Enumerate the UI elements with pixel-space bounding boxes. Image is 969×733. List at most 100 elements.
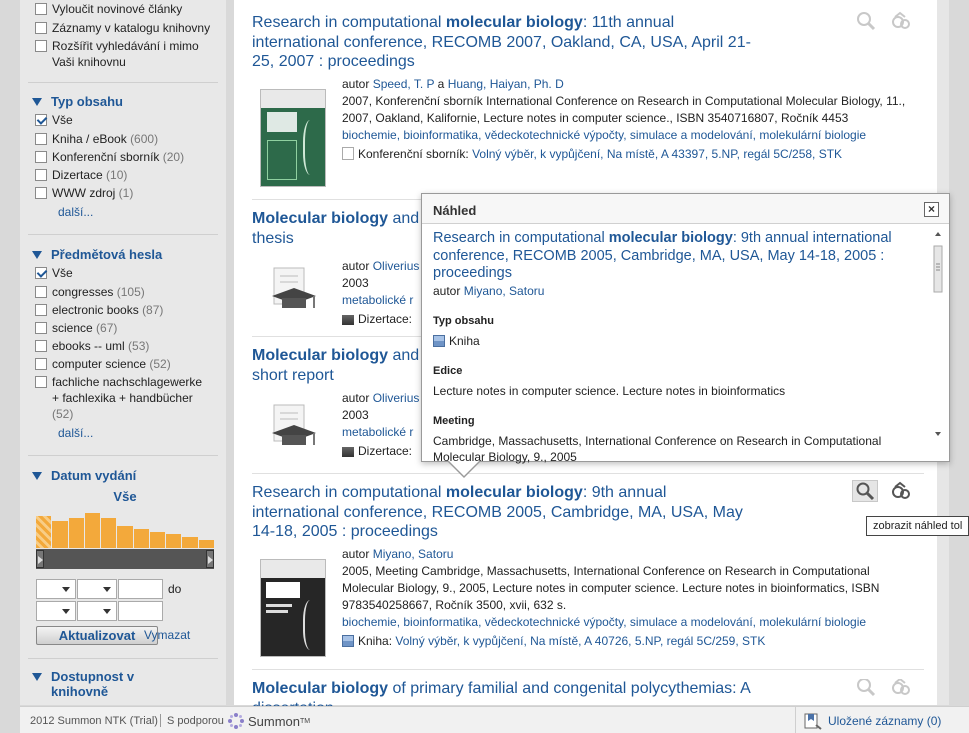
author-link[interactable]: Oliverius <box>373 259 420 273</box>
to-day-select[interactable] <box>36 601 76 621</box>
checkbox[interactable] <box>35 114 47 126</box>
checkbox[interactable] <box>35 267 47 279</box>
author-link[interactable]: Huang, Haiyan, Ph. D <box>448 77 564 91</box>
collapse-triangle-icon <box>32 250 42 259</box>
facet-item-all[interactable]: Vše <box>35 112 73 128</box>
checkbox[interactable] <box>35 340 47 352</box>
subject-links[interactable]: biochemie, bioinformatika, vědeckotechni… <box>342 615 866 629</box>
histogram-bar[interactable] <box>68 517 84 548</box>
publication-date-histogram[interactable] <box>36 510 214 548</box>
date-range-slider[interactable] <box>36 549 214 569</box>
save-record-icon[interactable] <box>890 10 912 32</box>
checkbox[interactable] <box>35 3 47 15</box>
author-link[interactable]: Miyano, Satoru <box>464 284 545 298</box>
author-link[interactable]: Oliverius <box>373 391 420 405</box>
divider <box>28 658 218 659</box>
histogram-bar[interactable] <box>149 532 166 548</box>
save-record-icon[interactable] <box>890 679 912 698</box>
footer: 2012 Summon NTK (Trial) S podporou Summo… <box>20 706 969 733</box>
result-title[interactable]: Research in computational molecular biol… <box>252 483 752 542</box>
from-year-input[interactable] <box>118 579 163 599</box>
histogram-bar[interactable] <box>133 529 149 548</box>
preview-search-icon[interactable] <box>855 679 877 698</box>
checkbox[interactable] <box>35 376 47 388</box>
checkbox[interactable] <box>35 358 47 370</box>
update-button[interactable]: Aktualizovat <box>36 626 158 645</box>
to-month-select[interactable] <box>77 601 117 621</box>
histogram-bar[interactable] <box>198 539 214 548</box>
dissertation-thumbnail-icon <box>264 266 328 316</box>
chevron-down-icon <box>103 609 111 614</box>
checkbox[interactable] <box>35 169 47 181</box>
subject-links[interactable]: metabolické r <box>342 293 413 307</box>
histogram-bar[interactable] <box>166 534 182 548</box>
from-day-select[interactable] <box>36 579 76 599</box>
preview-popup: Náhled × Research in computational molec… <box>421 193 950 464</box>
summon-logo[interactable]: Summon TM <box>227 712 310 730</box>
author-link[interactable]: Speed, T. P <box>373 77 435 91</box>
facet-item[interactable]: WWW zdroj (1) <box>35 185 133 201</box>
subject-links[interactable]: biochemie, bioinformatika, vědeckotechni… <box>342 128 866 142</box>
meeting-label: Meeting <box>433 414 475 427</box>
close-icon[interactable]: × <box>924 202 939 217</box>
checkbox[interactable] <box>35 304 47 316</box>
save-record-icon[interactable] <box>890 480 912 502</box>
facet-heading-date[interactable]: Datum vydání <box>32 468 136 483</box>
more-subjects-link[interactable]: další... <box>58 426 93 440</box>
facet-item[interactable]: ebooks -- uml (53) <box>35 338 149 354</box>
dissertation-icon <box>342 447 354 457</box>
preview-scrollbar[interactable] <box>933 230 943 440</box>
clear-link[interactable]: Vymazat <box>144 628 190 642</box>
from-month-select[interactable] <box>77 579 117 599</box>
facet-item-all[interactable]: Vše <box>35 265 73 281</box>
facet-item[interactable]: electronic books (87) <box>35 302 163 318</box>
result-title[interactable]: Molecular biology and thesis <box>252 209 422 248</box>
holding-link[interactable]: Volný výběr, k vypůjčení, Na místě, A 40… <box>395 634 765 648</box>
exclude-newspaper-option[interactable]: Vyloučit novinové články <box>35 1 182 17</box>
histogram-bar[interactable] <box>101 518 117 548</box>
facet-item[interactable]: Dizertace (10) <box>35 167 127 183</box>
histogram-bar[interactable] <box>182 536 198 548</box>
series-label: Edice <box>433 364 463 377</box>
preview-title-link[interactable]: Research in computational molecular biol… <box>433 230 925 283</box>
facet-item[interactable]: congresses (105) <box>35 284 145 300</box>
to-year-input[interactable] <box>118 601 163 621</box>
checkbox[interactable] <box>35 151 47 163</box>
facet-item[interactable]: Konferenční sborník (20) <box>35 149 184 165</box>
result-title[interactable]: Molecular biology of primary familial an… <box>252 679 752 709</box>
checkbox[interactable] <box>35 40 47 52</box>
facet-item[interactable]: fachliche nachschlagewerke + fachlexika +… <box>35 374 202 422</box>
checkbox[interactable] <box>35 187 47 199</box>
histogram-bar[interactable] <box>84 513 101 548</box>
facet-item[interactable]: Kniha / eBook (600) <box>35 131 158 147</box>
histogram-bar[interactable] <box>36 515 52 548</box>
facet-item[interactable]: computer science (52) <box>35 356 171 372</box>
facet-heading-availability[interactable]: Dostupnost v knihovně <box>32 669 134 699</box>
checkbox[interactable] <box>35 322 47 334</box>
result-description: 2007, Konferenční sborník International … <box>342 94 906 125</box>
book-cover-thumbnail[interactable] <box>260 89 326 187</box>
histogram-bar[interactable] <box>117 525 133 548</box>
facet-heading-subjects[interactable]: Předmětová hesla <box>32 247 162 262</box>
facet-item[interactable]: science (67) <box>35 320 117 336</box>
holding-link[interactable]: Volný výběr, k vypůjčení, Na místě, A 43… <box>472 147 842 161</box>
result-description: 2005, Meeting Cambridge, Massachusetts, … <box>342 564 880 612</box>
checkbox[interactable] <box>35 133 47 145</box>
result-title[interactable]: Molecular biology and short report <box>252 346 422 385</box>
histogram-bar[interactable] <box>52 520 68 548</box>
facet-heading-content-type[interactable]: Typ obsahu <box>32 94 123 109</box>
slider-left-handle[interactable] <box>36 550 44 568</box>
preview-search-icon[interactable] <box>855 10 877 32</box>
checkbox[interactable] <box>35 22 47 34</box>
slider-right-handle[interactable] <box>206 550 214 568</box>
expand-search-option[interactable]: Rozšířit vyhledávání i mimo Vaši knihovnu <box>35 38 199 70</box>
saved-records-link[interactable]: Uložené záznamy (0) <box>795 707 969 733</box>
author-link[interactable]: Miyano, Satoru <box>373 547 454 561</box>
subject-links[interactable]: metabolické r <box>342 425 413 439</box>
checkbox[interactable] <box>35 286 47 298</box>
result-title[interactable]: Research in computational molecular biol… <box>252 13 752 72</box>
catalog-records-option[interactable]: Záznamy v katalogu knihovny <box>35 20 210 36</box>
book-cover-thumbnail[interactable] <box>260 559 326 657</box>
more-content-types-link[interactable]: další... <box>58 205 93 219</box>
preview-search-icon[interactable] <box>852 480 878 502</box>
